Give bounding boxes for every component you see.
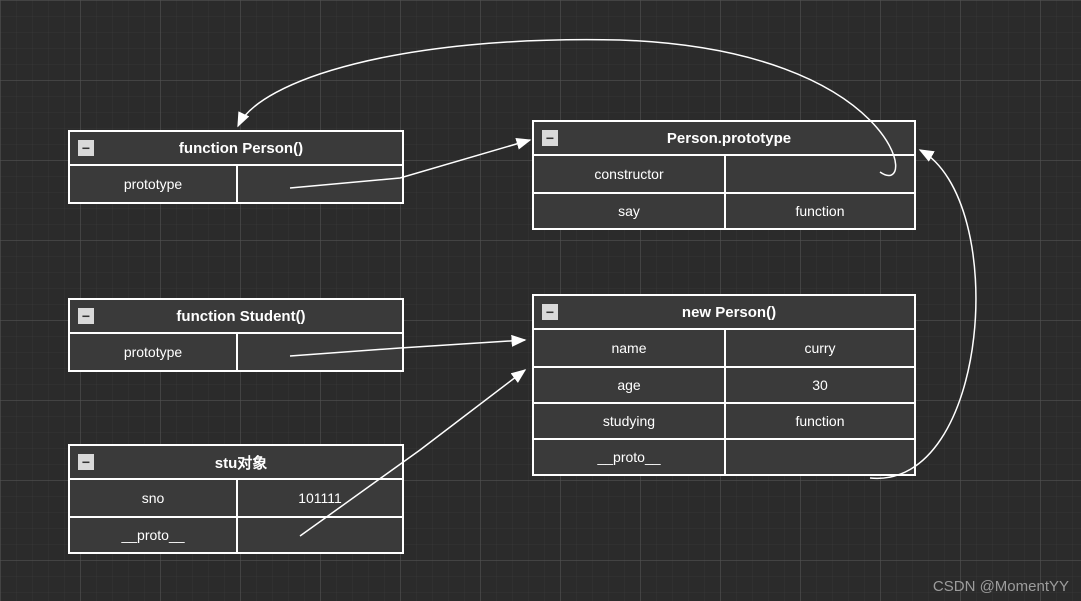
cell-key: age (534, 368, 724, 402)
box-title: − function Person() (70, 132, 402, 166)
cell-key: name (534, 330, 724, 366)
cell-key: __proto__ (70, 518, 236, 552)
box-title-text: function Student() (100, 308, 402, 325)
cell-key: studying (534, 404, 724, 438)
table-row: studying function (534, 402, 914, 438)
cell-key: say (534, 194, 724, 228)
collapse-icon[interactable]: − (78, 454, 94, 470)
cell-value: curry (724, 330, 914, 366)
box-title-text: Person.prototype (564, 130, 914, 147)
cell-value (724, 156, 914, 192)
collapse-icon[interactable]: − (78, 140, 94, 156)
box-person-fn: − function Person() prototype (68, 130, 404, 204)
box-person-prototype: − Person.prototype constructor say funct… (532, 120, 916, 230)
table-row: prototype (70, 166, 402, 202)
box-title-text: new Person() (564, 304, 914, 321)
box-title-text: stu对象 (100, 452, 402, 473)
cell-value: function (724, 404, 914, 438)
cell-value (724, 440, 914, 474)
table-row: __proto__ (70, 516, 402, 552)
collapse-icon[interactable]: − (542, 130, 558, 146)
cell-value: 101111 (236, 480, 402, 516)
table-row: age 30 (534, 366, 914, 402)
table-row: constructor (534, 156, 914, 192)
box-title: − stu对象 (70, 446, 402, 480)
table-row: __proto__ (534, 438, 914, 474)
cell-value (236, 518, 402, 552)
cell-value: 30 (724, 368, 914, 402)
cell-key: prototype (70, 166, 236, 202)
cell-value: function (724, 194, 914, 228)
box-title-text: function Person() (100, 140, 402, 157)
table-row: name curry (534, 330, 914, 366)
watermark-text: CSDN @MomentYY (933, 578, 1069, 595)
box-title: − Person.prototype (534, 122, 914, 156)
cell-key: constructor (534, 156, 724, 192)
cell-key: __proto__ (534, 440, 724, 474)
table-row: sno 101111 (70, 480, 402, 516)
table-row: say function (534, 192, 914, 228)
collapse-icon[interactable]: − (78, 308, 94, 324)
box-student-fn: − function Student() prototype (68, 298, 404, 372)
box-stu-object: − stu对象 sno 101111 __proto__ (68, 444, 404, 554)
table-row: prototype (70, 334, 402, 370)
cell-key: prototype (70, 334, 236, 370)
cell-value (236, 334, 402, 370)
cell-value (236, 166, 402, 202)
collapse-icon[interactable]: − (542, 304, 558, 320)
box-title: − new Person() (534, 296, 914, 330)
box-title: − function Student() (70, 300, 402, 334)
cell-key: sno (70, 480, 236, 516)
box-new-person: − new Person() name curry age 30 studyin… (532, 294, 916, 476)
